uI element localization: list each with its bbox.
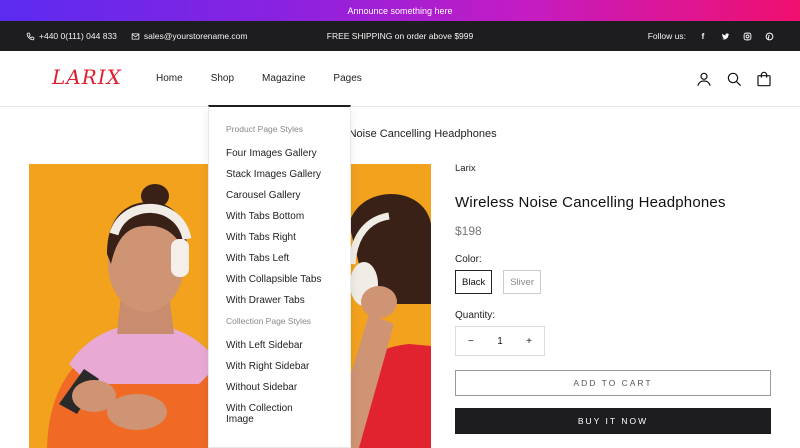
instagram-icon[interactable] <box>742 31 752 41</box>
quantity-value[interactable]: 1 <box>497 336 503 347</box>
menu-item[interactable]: Without Sidebar <box>226 382 350 393</box>
top-bar: +440 0(111) 044 833 sales@yourstorename.… <box>0 21 800 51</box>
shop-mega-menu: Product Page Styles Four Images Gallery … <box>208 105 351 448</box>
mail-icon <box>131 33 140 39</box>
menu-item[interactable]: With Drawer Tabs <box>226 295 350 306</box>
product-info: Larix Wireless Noise Cancelling Headphon… <box>455 163 771 434</box>
search-icon[interactable] <box>726 71 742 87</box>
quantity-label: Quantity: <box>455 310 496 321</box>
menu-item[interactable]: With Collapsible Tabs <box>226 274 350 285</box>
follow-label: Follow us: <box>647 31 686 41</box>
nav-shop[interactable]: Shop <box>211 73 234 84</box>
quantity-stepper: − 1 + <box>455 326 545 356</box>
cart-icon[interactable] <box>756 71 772 87</box>
pinterest-icon[interactable] <box>764 31 774 41</box>
phone-contact[interactable]: +440 0(111) 044 833 <box>26 31 117 41</box>
site-header: LARIX Home Shop Magazine Pages <box>0 51 800 107</box>
product-brand[interactable]: Larix <box>455 163 771 174</box>
buy-now-button[interactable]: BUY IT NOW <box>455 408 771 434</box>
menu-item[interactable]: With Tabs Bottom <box>226 211 350 222</box>
menu-item[interactable]: With Right Sidebar <box>226 361 350 372</box>
nav-home[interactable]: Home <box>156 73 183 84</box>
product-title: Wireless Noise Cancelling Headphones <box>455 194 726 211</box>
menu-item[interactable]: With Collection Image <box>226 403 306 425</box>
minus-button[interactable]: − <box>468 336 474 347</box>
announcement-bar: Announce something here <box>0 0 800 21</box>
phone-icon <box>26 32 35 40</box>
menu-heading-collection: Collection Page Styles <box>226 316 312 326</box>
color-option-sliver[interactable]: Sliver <box>503 270 541 294</box>
breadcrumb: Wireless Noise Cancelling Headphones <box>303 128 497 140</box>
menu-item[interactable]: Stack Images Gallery <box>226 169 350 180</box>
nav-pages[interactable]: Pages <box>333 73 361 84</box>
phone-text: +440 0(111) 044 833 <box>39 31 117 41</box>
menu-item[interactable]: Four Images Gallery <box>226 148 350 159</box>
store-logo[interactable]: LARIX <box>52 65 122 89</box>
plus-button[interactable]: + <box>526 336 532 347</box>
add-to-cart-button[interactable]: ADD TO CART <box>455 370 771 396</box>
email-text: sales@yourstorename.com <box>143 31 248 41</box>
email-contact[interactable]: sales@yourstorename.com <box>131 31 248 41</box>
nav-magazine[interactable]: Magazine <box>262 73 305 84</box>
menu-item[interactable]: Carousel Gallery <box>226 190 350 201</box>
menu-item[interactable]: With Tabs Left <box>226 253 350 264</box>
menu-heading-product: Product Page Styles <box>226 124 304 134</box>
menu-item[interactable]: With Left Sidebar <box>226 340 350 351</box>
menu-item[interactable]: With Tabs Right <box>226 232 350 243</box>
color-options: Black Sliver <box>455 270 771 294</box>
twitter-icon[interactable] <box>720 31 730 41</box>
color-option-black[interactable]: Black <box>455 270 493 294</box>
product-price: $198 <box>455 224 482 238</box>
color-label: Color: <box>455 254 482 265</box>
announcement-text: Announce something here <box>347 5 453 16</box>
main-nav: Home Shop Magazine Pages <box>156 73 390 84</box>
facebook-icon[interactable]: f <box>698 31 708 41</box>
account-icon[interactable] <box>696 71 712 87</box>
